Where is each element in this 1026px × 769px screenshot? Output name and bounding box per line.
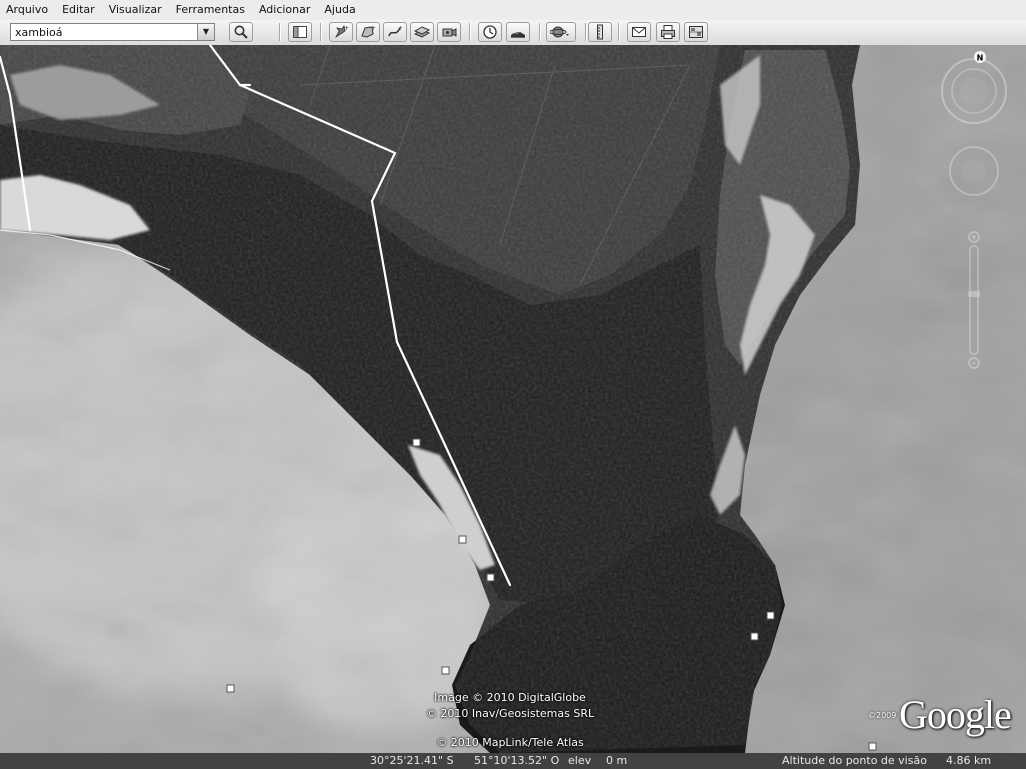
historical-imagery-button[interactable] — [478, 22, 502, 42]
imagery-credit-inav: © 2010 Inav/Geosistemas SRL — [425, 707, 595, 720]
toolbar-separator — [585, 23, 586, 41]
map-view[interactable]: Image © 2010 DigitalGlobe © 2010 Inav/Ge… — [0, 45, 1026, 753]
add-polygon-button[interactable]: + — [356, 22, 380, 42]
path-icon: + — [388, 25, 403, 37]
toolbar: ▼ + + + — [0, 20, 1026, 46]
eye-altitude-value: 4.86 km — [946, 754, 992, 767]
view-in-maps-icon — [689, 26, 703, 38]
menu-adicionar[interactable]: Adicionar — [252, 0, 317, 20]
ruler-button[interactable] — [588, 22, 612, 42]
longitude-readout: 51°10'13.52" O — [474, 754, 560, 767]
zoom-slider[interactable] — [968, 231, 980, 369]
view-in-maps-button[interactable] — [684, 22, 708, 42]
zoom-slider-thumb — [968, 291, 980, 297]
menu-ferramentas[interactable]: Ferramentas — [169, 0, 252, 20]
email-button[interactable] — [627, 22, 651, 42]
move-joystick[interactable] — [949, 146, 999, 196]
google-logo: Google — [899, 692, 1012, 737]
google-logo-year: ©2009 — [868, 711, 897, 720]
sunlight-icon — [511, 32, 525, 38]
imagery-credit-digitalglobe: Image © 2010 DigitalGlobe — [434, 691, 586, 704]
menu-visualizar[interactable]: Visualizar — [102, 0, 169, 20]
ruler-icon — [597, 24, 603, 40]
add-image-overlay-button[interactable] — [410, 22, 434, 42]
toolbar-separator — [618, 23, 619, 41]
placemark-icon: + — [334, 24, 349, 39]
record-tour-icon — [442, 28, 457, 37]
planets-button[interactable] — [546, 22, 576, 42]
svg-text:+: + — [344, 25, 349, 32]
menu-arquivo[interactable]: Arquivo — [0, 0, 55, 20]
menu-bar: Arquivo Editar Visualizar Ferramentas Ad… — [0, 0, 1026, 21]
toolbar-separator — [320, 23, 321, 41]
email-icon — [632, 27, 646, 37]
planets-icon — [550, 26, 569, 38]
search-icon — [234, 25, 248, 39]
add-path-button[interactable]: + — [383, 22, 407, 42]
navigation-controls[interactable]: N — [938, 51, 1010, 369]
menu-editar[interactable]: Editar — [55, 0, 102, 20]
satellite-imagery[interactable] — [0, 45, 1026, 753]
polygon-icon: + — [361, 25, 376, 38]
toolbar-separator — [469, 23, 470, 41]
image-overlay-icon — [414, 26, 430, 38]
record-tour-button[interactable] — [437, 22, 461, 42]
search-button[interactable] — [229, 22, 253, 42]
svg-text:+: + — [371, 25, 376, 32]
sidebar-icon — [293, 26, 307, 38]
elevation-label: elev — [568, 754, 592, 767]
imagery-credit-maplink: © 2010 MapLink/Tele Atlas — [436, 736, 584, 749]
search-history-dropdown[interactable]: ▼ — [197, 24, 214, 40]
chevron-down-icon: ▼ — [202, 27, 210, 36]
svg-text:+: + — [398, 25, 403, 32]
elevation-value: 0 m — [606, 754, 628, 767]
add-placemark-button[interactable]: + — [329, 22, 353, 42]
toolbar-separator — [539, 23, 540, 41]
toggle-sidebar-button[interactable] — [288, 22, 312, 42]
latitude-readout: 30°25'21.41" S — [370, 754, 454, 767]
search-input[interactable] — [11, 24, 201, 40]
historical-imagery-icon — [483, 25, 497, 39]
look-joystick[interactable] — [941, 58, 1007, 124]
eye-altitude-label: Altitude do ponto de visão — [782, 754, 927, 767]
sunlight-button[interactable] — [506, 22, 530, 42]
print-icon — [661, 25, 675, 39]
search-box: ▼ — [10, 23, 215, 41]
toolbar-separator — [279, 23, 280, 41]
menu-ajuda[interactable]: Ajuda — [317, 0, 362, 20]
compass-label: N — [977, 54, 984, 63]
status-bar: 30°25'21.41" S 51°10'13.52" O elev 0 m A… — [0, 753, 1026, 769]
print-button[interactable] — [656, 22, 680, 42]
